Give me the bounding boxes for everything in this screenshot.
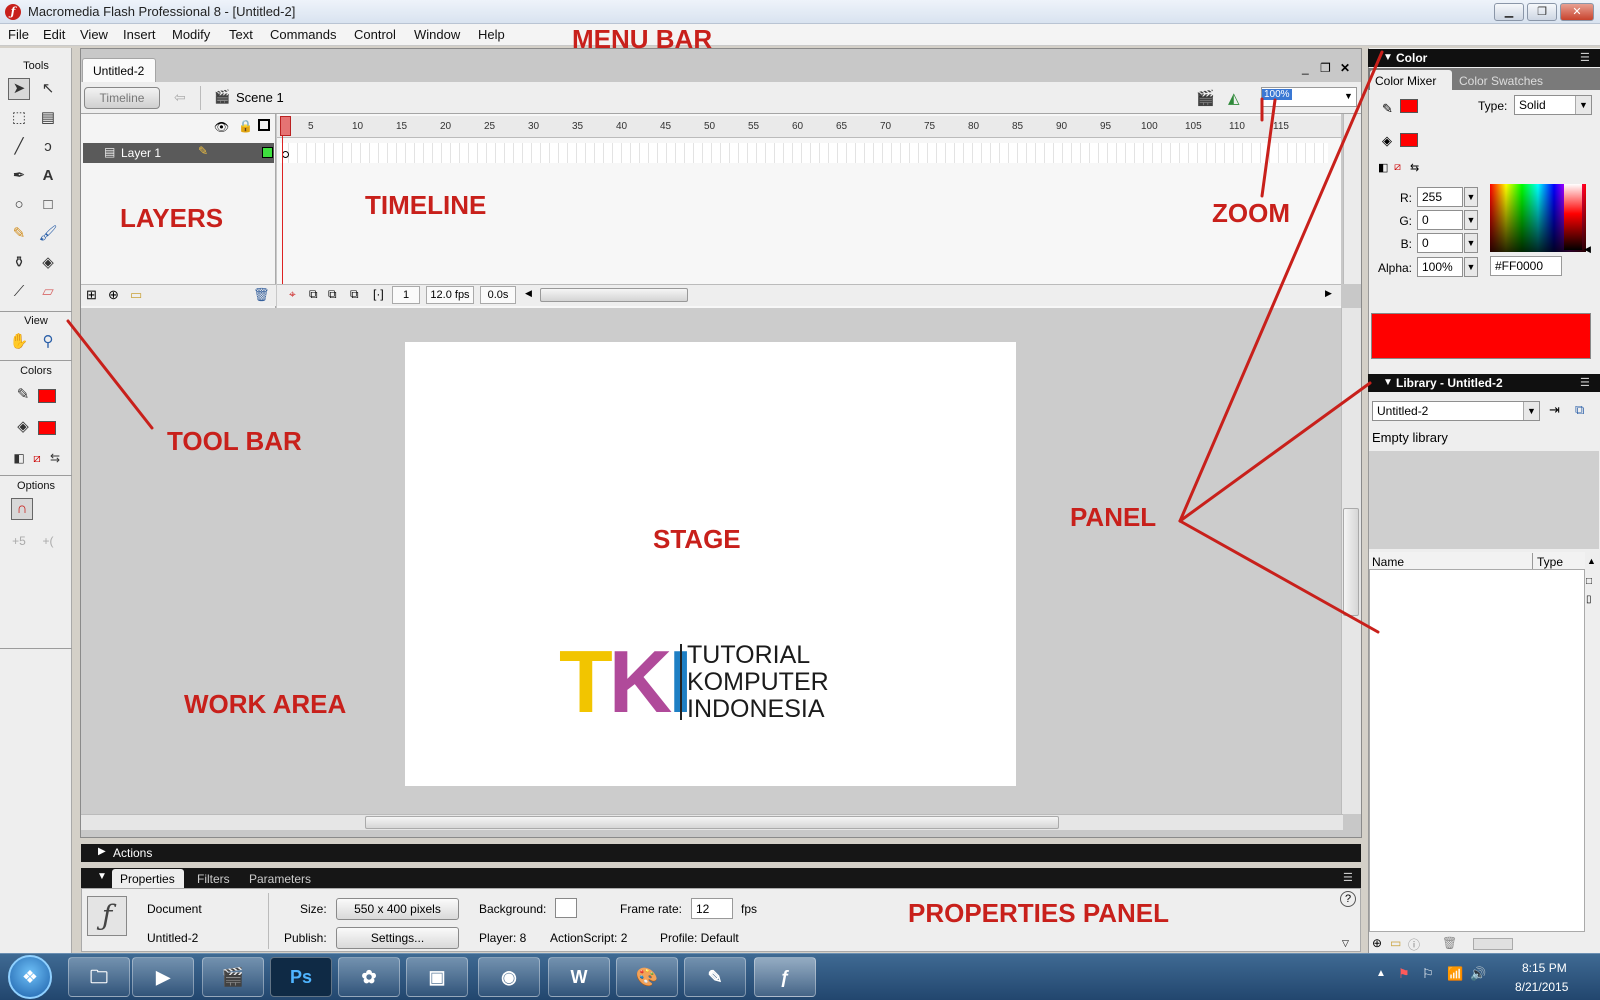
- panel-pointer-line-1: [1178, 50, 1384, 523]
- annotation-timeline: TIMELINE: [365, 190, 487, 220]
- toolbar-pointer-line: [66, 319, 154, 430]
- zoom-pointer-line: [1260, 98, 1277, 198]
- annotation-lines: [66, 50, 1384, 634]
- annotation-panel: PANEL: [1070, 502, 1157, 532]
- annotation-properties-panel: PROPERTIES PANEL: [908, 898, 1170, 928]
- annotation-layers: LAYERS: [120, 203, 224, 233]
- annotation-tool-bar: TOOL BAR: [167, 426, 302, 456]
- annotation-zoom: ZOOM: [1212, 198, 1290, 228]
- flash-app-window: ƒ Macromedia Flash Professional 8 - [Unt…: [0, 0, 1600, 1000]
- annotation-menu-bar: MENU BAR: [572, 24, 713, 54]
- panel-pointer-line-3: [1178, 519, 1380, 634]
- annotation-stage: STAGE: [653, 524, 741, 554]
- annotation-work-area: WORK AREA: [184, 689, 347, 719]
